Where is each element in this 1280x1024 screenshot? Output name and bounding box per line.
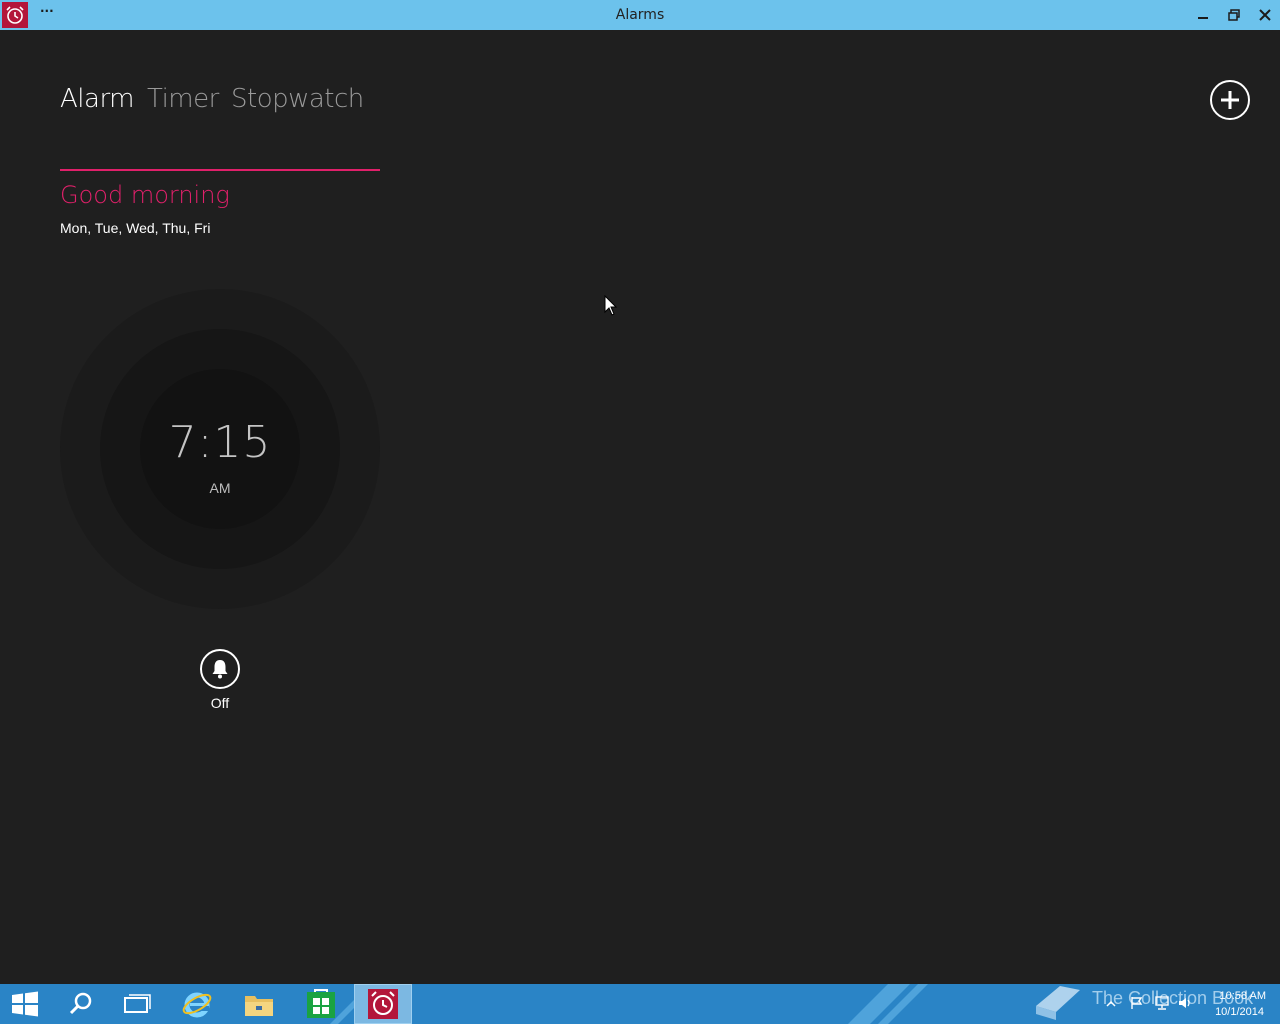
minimize-button[interactable]: [1188, 0, 1218, 30]
show-hidden-icons-icon[interactable]: [1106, 999, 1116, 1009]
add-alarm-button[interactable]: [1210, 80, 1250, 120]
task-view-button[interactable]: [110, 984, 164, 1024]
alarm-accent-line: [60, 169, 380, 171]
minimize-icon: [1198, 17, 1208, 19]
start-icon: [12, 991, 38, 1017]
store-icon: [307, 989, 335, 1018]
alarm-days: Mon, Tue, Wed, Thu, Fri: [60, 220, 211, 236]
file-explorer-icon: [245, 996, 273, 1016]
close-icon: [1259, 9, 1271, 21]
restore-icon: [1228, 9, 1240, 21]
alarm-dial-ring: 7:15 AM: [100, 329, 340, 569]
alarm-dial[interactable]: 7:15 AM: [60, 289, 380, 609]
start-button[interactable]: [0, 984, 54, 1024]
store-button[interactable]: [294, 984, 348, 1024]
alarms-taskbar-button[interactable]: [354, 984, 412, 1024]
mouse-pointer-icon: [604, 295, 618, 316]
alarm-ampm: AM: [209, 480, 231, 496]
alarm-dial-center: 7:15 AM: [140, 369, 300, 529]
volume-icon[interactable]: [1178, 996, 1194, 1010]
task-view-icon: [124, 994, 151, 1013]
plus-icon: [1221, 91, 1239, 109]
tab-alarm[interactable]: Alarm: [60, 84, 135, 114]
internet-explorer-button[interactable]: [170, 984, 224, 1024]
network-icon[interactable]: [1154, 996, 1170, 1010]
alarms-app-icon: [368, 989, 398, 1019]
internet-explorer-icon: [182, 992, 212, 1018]
tab-timer[interactable]: Timer: [147, 84, 219, 114]
restore-button[interactable]: [1219, 0, 1249, 30]
alarm-time: 7:15: [168, 417, 272, 468]
taskbar-clock-time[interactable]: 10:58 AM: [1206, 990, 1266, 1002]
file-explorer-button[interactable]: [232, 984, 286, 1024]
bell-icon: [212, 660, 228, 679]
taskbar-clock-date[interactable]: 10/1/2014: [1200, 1006, 1264, 1018]
taskbar: The Collection Book 10:58 AM 10/1/2014: [0, 984, 1280, 1024]
alarm-toggle-label: Off: [210, 695, 230, 711]
search-button[interactable]: [54, 984, 108, 1024]
alarm-name: Good morning: [60, 181, 230, 209]
alarms-content: Alarm Timer Stopwatch Good morning Mon, …: [0, 30, 1280, 984]
search-icon: [69, 992, 92, 1015]
window-title: Alarms: [615, 7, 665, 23]
tab-stopwatch[interactable]: Stopwatch: [231, 84, 364, 114]
alarm-card[interactable]: Good morning Mon, Tue, Wed, Thu, Fri 7:1…: [60, 169, 380, 729]
action-center-flag-icon[interactable]: [1130, 996, 1144, 1010]
book-logo-icon: [1036, 986, 1080, 1020]
close-button[interactable]: [1250, 0, 1280, 30]
title-bar: ··· Alarms: [0, 0, 1280, 30]
alarm-toggle-button[interactable]: [200, 649, 240, 689]
